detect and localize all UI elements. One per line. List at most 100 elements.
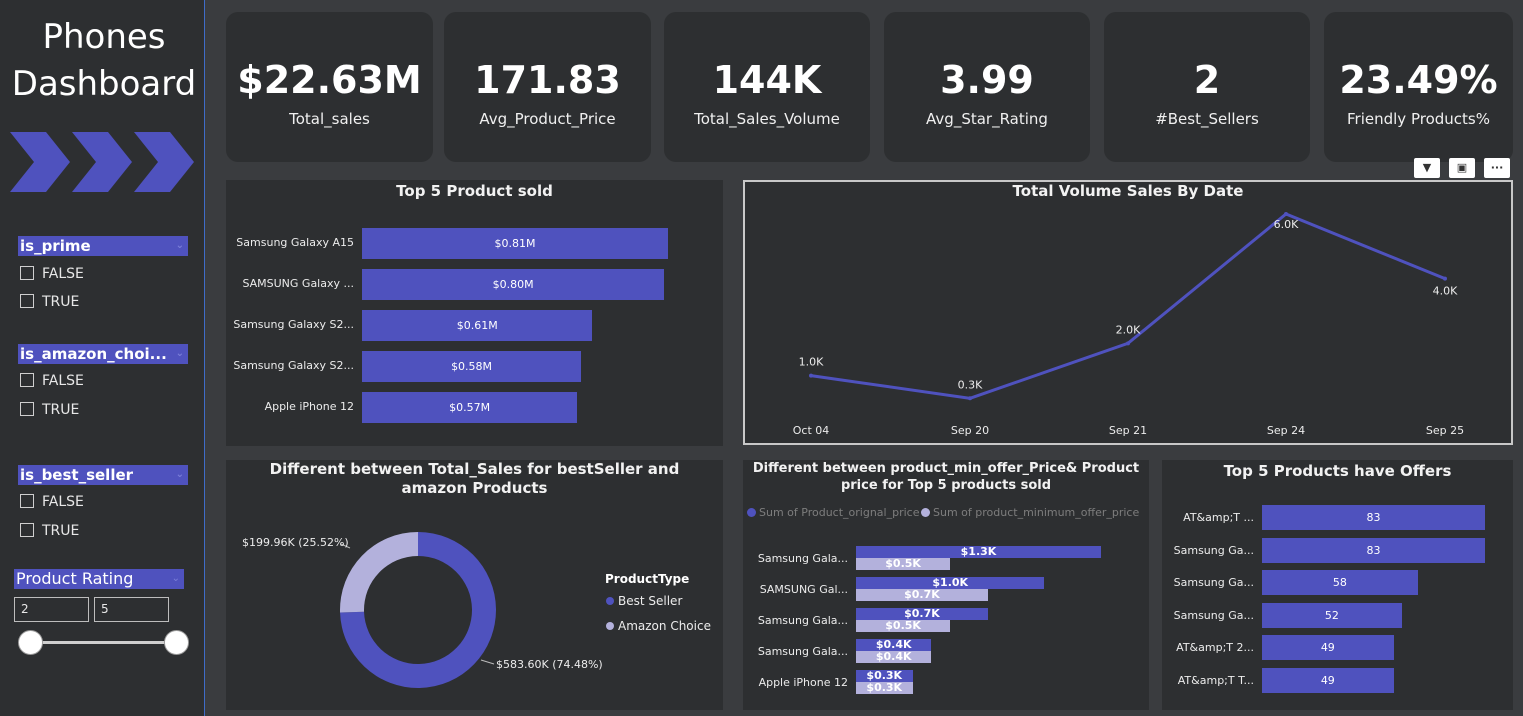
bar-value-label: $0.57M bbox=[449, 401, 491, 414]
slicer-is-amazon-choice-option-true[interactable]: TRUE bbox=[20, 400, 79, 420]
x-tick-label: Oct 04 bbox=[793, 424, 830, 437]
legend-item[interactable]: Sum of product_minimum_offer_price bbox=[921, 506, 1139, 519]
chevron-down-icon[interactable]: ⌄ bbox=[176, 236, 184, 256]
bar[interactable]: 83 bbox=[1262, 505, 1485, 530]
slicer-is-prime-option-true[interactable]: TRUE bbox=[20, 292, 79, 312]
bar-category-label: Samsung Galaxy S2... bbox=[233, 359, 354, 372]
checkbox[interactable] bbox=[20, 266, 34, 280]
option-label: FALSE bbox=[42, 373, 84, 389]
bar[interactable]: $0.80M bbox=[362, 269, 665, 300]
bar[interactable]: 49 bbox=[1262, 667, 1394, 693]
legend-marker bbox=[747, 508, 756, 517]
bar-value-label: $0.3K bbox=[866, 681, 903, 694]
rating-max-input[interactable]: 5 bbox=[94, 597, 169, 622]
bar-category-label: SAMSUNG Gal... bbox=[759, 583, 848, 596]
chevron-down-icon[interactable]: ⌄ bbox=[176, 465, 184, 485]
data-label: 2.0K bbox=[1116, 323, 1141, 336]
checkbox[interactable] bbox=[20, 402, 34, 416]
bar-category-label: AT&amp;T T... bbox=[1177, 673, 1254, 687]
slicer-is-prime-label: is_prime bbox=[20, 237, 91, 255]
slicer-is-best-seller-option-false[interactable]: FALSE bbox=[20, 492, 84, 512]
rating-slider-max-handle[interactable] bbox=[164, 630, 189, 655]
chevron-down-icon[interactable]: ⌄ bbox=[172, 569, 180, 589]
legend-label: Sum of product_minimum_offer_price bbox=[933, 506, 1140, 519]
bar[interactable]: $0.58M bbox=[362, 351, 582, 382]
slicer-product-rating-header[interactable]: Product Rating ⌄ bbox=[14, 569, 184, 589]
slicer-is-prime-header[interactable]: is_prime ⌄ bbox=[18, 236, 188, 256]
bar-value-label: $1.3K bbox=[960, 545, 997, 558]
series-line[interactable] bbox=[810, 212, 1446, 400]
option-label: FALSE bbox=[42, 494, 84, 510]
x-tick-label: Sep 25 bbox=[1426, 424, 1464, 437]
bar-value-label: 83 bbox=[1366, 543, 1381, 557]
legend-label[interactable]: Amazon Choice bbox=[618, 619, 711, 633]
donut-slice[interactable] bbox=[340, 532, 418, 613]
bar[interactable]: 83 bbox=[1262, 537, 1485, 563]
slicer-is-amazon-choice-header[interactable]: is_amazon_choi... ⌄ bbox=[18, 344, 188, 364]
bar-category-label: AT&amp;T 2... bbox=[1176, 641, 1254, 654]
slicer-is-amazon-choice-option-false[interactable]: FALSE bbox=[20, 371, 84, 391]
kpi-value: 23.49% bbox=[1339, 58, 1498, 102]
rating-slider-track[interactable] bbox=[30, 641, 178, 644]
x-tick-label: Sep 20 bbox=[951, 424, 989, 437]
chart-top5-product-sold: Top 5 Product sold Samsung Galaxy A15 $0.… bbox=[226, 180, 723, 446]
bar-min-offer-price[interactable]: $0.7K bbox=[856, 589, 988, 601]
kpi-card-total-sales-volume: 144K Total_Sales_Volume bbox=[664, 12, 870, 162]
kpi-card-best-sellers: 2 #Best_Sellers bbox=[1104, 12, 1310, 162]
bar[interactable]: $0.57M bbox=[362, 392, 578, 423]
bar-min-offer-price[interactable]: $0.5K bbox=[856, 558, 951, 570]
kpi-value: 171.83 bbox=[474, 58, 621, 102]
legend-marker bbox=[921, 508, 930, 517]
more-options-icon[interactable]: ··· bbox=[1484, 158, 1510, 178]
data-point[interactable] bbox=[809, 373, 813, 378]
bar-category-label: Apple iPhone 12 bbox=[758, 676, 848, 689]
rating-min-input[interactable]: 2 bbox=[14, 597, 89, 622]
data-point[interactable] bbox=[968, 396, 972, 401]
slicer-is-best-seller-option-true[interactable]: TRUE bbox=[20, 521, 79, 541]
kpi-card-total-sales: $22.63M Total_sales bbox=[226, 12, 433, 162]
bar[interactable]: $0.81M bbox=[362, 228, 668, 259]
chart-total-volume-sales-by-date[interactable]: Total Volume Sales By Date 1.0K Oct 04 0.3… bbox=[743, 180, 1513, 445]
chevron-down-icon[interactable]: ⌄ bbox=[176, 344, 184, 364]
focus-mode-icon[interactable]: ▣ bbox=[1449, 158, 1475, 178]
bar-min-offer-price[interactable]: $0.5K bbox=[856, 620, 951, 632]
bar-value-label: 49 bbox=[1320, 673, 1335, 687]
legend-label: Sum of Product_orignal_price bbox=[759, 506, 920, 519]
bar-min-offer-price[interactable]: $0.4K bbox=[856, 650, 932, 663]
data-point[interactable] bbox=[1126, 341, 1130, 346]
bar-value-label: 83 bbox=[1366, 511, 1381, 524]
bar[interactable]: 58 bbox=[1262, 570, 1418, 595]
bar-value-label: $0.4K bbox=[875, 650, 912, 663]
checkbox[interactable] bbox=[20, 523, 34, 537]
kpi-label: Total_Sales_Volume bbox=[694, 110, 840, 128]
data-point[interactable] bbox=[1443, 276, 1447, 281]
kpi-card-avg-star-rating: 3.99 Avg_Star_Rating bbox=[884, 12, 1090, 162]
chart-price-comparison: Different between product_min_offer_Pric… bbox=[743, 460, 1149, 710]
slicer-is-prime-option-false[interactable]: FALSE bbox=[20, 264, 84, 284]
bar-value-label: $0.58M bbox=[451, 360, 493, 373]
rating-slider-min-handle[interactable] bbox=[18, 630, 43, 655]
checkbox[interactable] bbox=[20, 373, 34, 387]
bar-original-price[interactable]: $1.0K bbox=[856, 577, 1045, 589]
bar[interactable]: 52 bbox=[1262, 602, 1402, 628]
filter-icon[interactable]: ▼ bbox=[1414, 158, 1440, 178]
bar-category-label: AT&amp;T ... bbox=[1183, 511, 1254, 524]
legend-label[interactable]: Best Seller bbox=[618, 594, 682, 608]
data-point[interactable] bbox=[1284, 212, 1288, 216]
checkbox[interactable] bbox=[20, 494, 34, 508]
legend-title: ProductType bbox=[605, 572, 689, 586]
checkbox[interactable] bbox=[20, 294, 34, 308]
chevron-decoration-icon bbox=[10, 132, 194, 192]
kpi-label: Avg_Star_Rating bbox=[926, 110, 1048, 128]
legend-item[interactable]: Sum of Product_orignal_price bbox=[747, 506, 919, 519]
option-label: TRUE bbox=[42, 294, 80, 310]
bar[interactable]: 49 bbox=[1262, 635, 1394, 660]
slicer-is-best-seller-label: is_best_seller bbox=[20, 466, 134, 484]
bar-original-price[interactable]: $0.7K bbox=[856, 608, 988, 620]
bar-value-label: $0.81M bbox=[494, 237, 536, 250]
slicer-is-best-seller-header[interactable]: is_best_seller ⌄ bbox=[18, 465, 188, 485]
donut-chart-svg: $583.60K (74.48%) $199.96K (25.52%) Produc… bbox=[242, 532, 711, 688]
bar-min-offer-price[interactable]: $0.3K bbox=[856, 682, 913, 694]
bar[interactable]: $0.61M bbox=[362, 310, 593, 341]
data-label: 0.3K bbox=[958, 378, 983, 391]
